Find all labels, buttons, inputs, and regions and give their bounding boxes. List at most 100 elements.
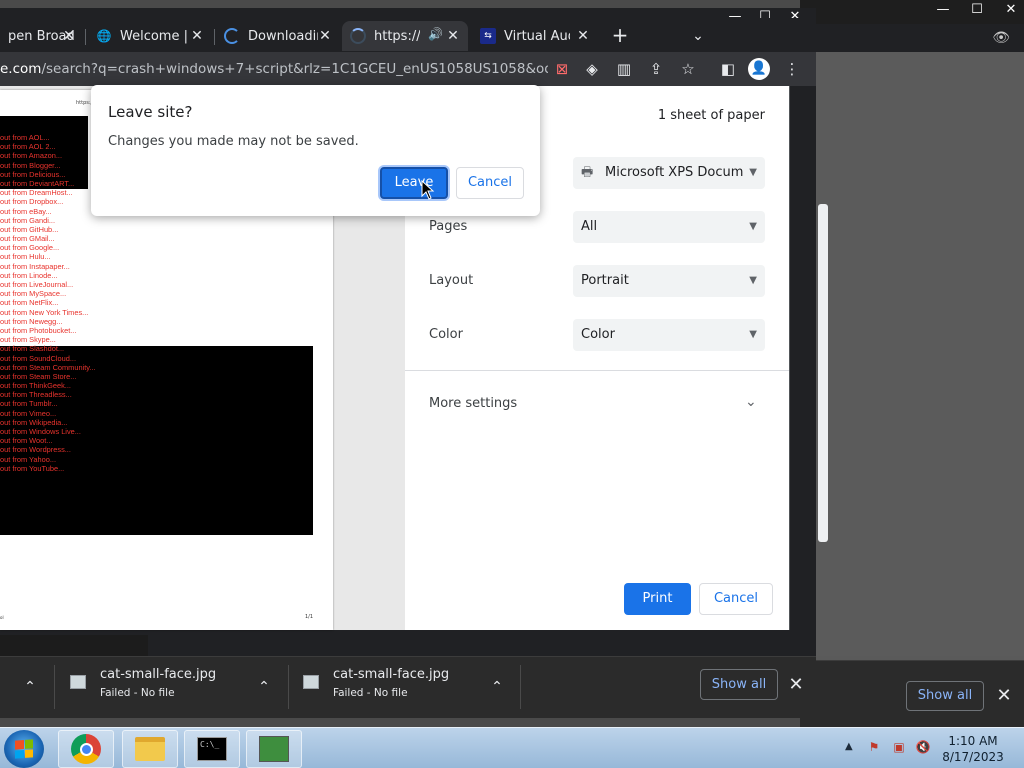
- color-row: Color Color ▼: [429, 319, 769, 353]
- tab-close-icon[interactable]: ✕: [188, 27, 206, 45]
- cancel-button[interactable]: Cancel: [456, 167, 524, 199]
- address-bar[interactable]: e.com/search?q=crash+windows+7+script&rl…: [0, 55, 548, 83]
- bg-close-window-button[interactable]: ✕: [994, 0, 1024, 20]
- layout-row: Layout Portrait ▼: [429, 265, 769, 299]
- tray-volume-muted-icon[interactable]: 🔇: [915, 739, 931, 755]
- close-download-bar-icon[interactable]: ✕: [786, 669, 806, 700]
- taskbar-chrome[interactable]: [58, 730, 114, 768]
- bg-show-all-button[interactable]: Show all: [906, 681, 984, 711]
- chevron-down-icon[interactable]: ⌄: [745, 394, 757, 410]
- download-item[interactable]: cat-small-face.jpg Failed - No file: [70, 667, 280, 711]
- tray-expand-icon[interactable]: ▲: [845, 741, 853, 752]
- pages-row: Pages All ▼: [429, 211, 769, 245]
- color-label: Color: [429, 327, 463, 342]
- show-all-downloads-button[interactable]: Show all: [700, 669, 778, 700]
- tab-title: Downloadin: [248, 28, 318, 44]
- preview-list-item: out from Steam Store...: [0, 371, 77, 381]
- dialog-title: Leave site?: [108, 103, 193, 121]
- tab-close-icon[interactable]: ✕: [444, 27, 462, 45]
- bookmark-star-icon[interactable]: ☆: [676, 57, 700, 81]
- more-settings-toggle[interactable]: More settings: [429, 396, 517, 411]
- preview-list-item: out from Windows Live...: [0, 427, 81, 436]
- eye-icon[interactable]: 👁: [992, 30, 1010, 46]
- background-download-bar: Show all ✕: [800, 660, 1024, 727]
- preview-list-item: out from Slashdot...: [0, 344, 65, 354]
- printer-icon: 🖶: [581, 165, 594, 180]
- chrome-icon: [71, 734, 101, 764]
- preview-list-item: out from Threadless...: [0, 390, 72, 400]
- preview-list-item: out from Wordpress...: [0, 445, 71, 455]
- speaker-icon[interactable]: 🔊: [428, 27, 443, 41]
- extension-icon[interactable]: ◈: [580, 57, 604, 81]
- tab-close-icon[interactable]: ✕: [60, 27, 78, 45]
- dropdown-arrow-icon: ▼: [749, 275, 757, 286]
- background-scrollbar[interactable]: [818, 204, 828, 542]
- bg-minimize-button[interactable]: —: [926, 0, 960, 20]
- download-separator: [520, 665, 521, 709]
- tab-close-icon[interactable]: ✕: [316, 27, 334, 45]
- tab-downloading[interactable]: Downloadin ✕: [216, 21, 340, 51]
- print-button[interactable]: Print: [624, 583, 691, 615]
- download-status: Failed - No file: [100, 687, 175, 699]
- tab-welcome[interactable]: 🌐 Welcome | C ✕: [88, 21, 212, 51]
- taskbar-cmd[interactable]: C:\_: [184, 730, 240, 768]
- chevron-up-icon[interactable]: ⌃: [18, 675, 42, 699]
- url-path: /search?q=crash+windows+7+script&rlz=1C1…: [41, 61, 548, 77]
- preview-list-item: out from AOL 2...: [0, 142, 56, 152]
- taskbar-network-app[interactable]: [246, 730, 302, 768]
- bg-maximize-button[interactable]: ☐: [960, 0, 994, 20]
- tab-virtual-audio[interactable]: ⇆ Virtual Audi ✕: [472, 21, 598, 51]
- tray-network-error-icon[interactable]: ▣: [891, 739, 907, 755]
- preview-list-item: out from AOL...: [0, 133, 50, 142]
- image-file-icon: [303, 675, 319, 689]
- start-button[interactable]: [4, 730, 44, 768]
- leave-site-dialog: Leave site? Changes you made may not be …: [91, 85, 540, 216]
- tab-active-https[interactable]: https:// 🔊 ✕: [342, 21, 468, 51]
- background-tabstrip: 👁: [800, 24, 1024, 52]
- new-tab-button[interactable]: +: [608, 24, 632, 48]
- download-item[interactable]: cat-small-face.jpg Failed - No file: [303, 667, 513, 711]
- leave-button[interactable]: Leave: [380, 167, 448, 199]
- share-icon[interactable]: ⇪: [644, 57, 668, 81]
- cancel-print-button[interactable]: Cancel: [699, 583, 773, 615]
- preview-list-item: out from New York Times...: [0, 307, 89, 317]
- toolbar: e.com/search?q=crash+windows+7+script&rl…: [0, 52, 816, 86]
- destination-select[interactable]: 🖶 Microsoft XPS Docum ▼: [573, 157, 765, 189]
- taskbar-explorer[interactable]: [122, 730, 178, 768]
- menu-kebab-icon[interactable]: ⋮: [780, 57, 804, 81]
- blocked-popup-icon[interactable]: ⊠: [550, 57, 574, 81]
- chevron-up-icon[interactable]: ⌃: [485, 675, 509, 699]
- folder-icon: [135, 737, 165, 761]
- preview-list-item: out from Hulu...: [0, 252, 51, 262]
- tab-close-icon[interactable]: ✕: [574, 27, 592, 45]
- preview-list-item: out from Yahoo...: [0, 454, 57, 464]
- network-app-icon: [259, 736, 289, 762]
- preview-dark-bar: [0, 635, 148, 657]
- loading-arc-icon: [224, 28, 240, 44]
- reader-mode-icon[interactable]: ▥: [612, 57, 636, 81]
- taskbar-clock[interactable]: 1:10 AM 8/17/2023: [935, 733, 1011, 765]
- bg-download-close-icon[interactable]: ✕: [992, 681, 1016, 711]
- tab-search-chevron-icon[interactable]: ⌄: [686, 24, 710, 48]
- layout-select[interactable]: Portrait ▼: [573, 265, 765, 297]
- tab-open-broadcast[interactable]: pen Broad ✕: [0, 21, 84, 51]
- preview-list-item: out from Vimeo...: [0, 408, 57, 418]
- dropdown-arrow-icon: ▼: [749, 221, 757, 232]
- url-host: e.com: [0, 61, 42, 77]
- preview-list-item: out from SoundCloud...: [0, 353, 77, 363]
- preview-list-item: out from Linode...: [0, 270, 58, 280]
- side-panel-icon[interactable]: ◧: [716, 57, 740, 81]
- color-select[interactable]: Color ▼: [573, 319, 765, 351]
- profile-avatar-icon[interactable]: 👤: [748, 58, 770, 80]
- preview-list-item: out from LiveJournal...: [0, 280, 74, 289]
- loading-spinner-icon: [350, 28, 366, 44]
- clock-date: 8/17/2023: [942, 750, 1004, 764]
- dialog-message: Changes you made may not be saved.: [108, 134, 359, 149]
- pages-select[interactable]: All ▼: [573, 211, 765, 243]
- tray-flag-error-icon[interactable]: ⚑: [866, 739, 882, 755]
- preview-list-item: out from NetFlix...: [0, 298, 59, 308]
- taskbar: C:\_ ▲ ⚑ ▣ 🔇 1:10 AM 8/17/2023: [0, 727, 1024, 768]
- tab-separator: [214, 29, 215, 45]
- tab-title: https://: [374, 28, 420, 44]
- chevron-up-icon[interactable]: ⌃: [252, 675, 276, 699]
